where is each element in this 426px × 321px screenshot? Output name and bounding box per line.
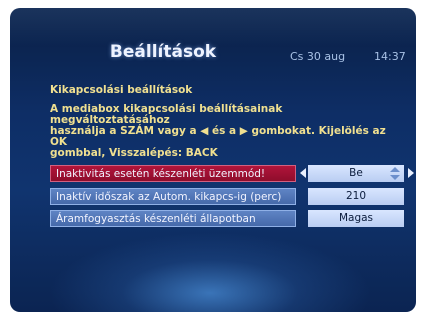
tv-screen: Beállítások Cs 30 aug 14:37 Kikapcsolási… [10, 8, 416, 312]
up-down-icon [390, 167, 400, 180]
help-line: A mediabox kikapcsolási beállításainak m… [50, 103, 283, 126]
setting-value-selector[interactable]: Be [308, 165, 404, 182]
clock-label: 14:37 [374, 50, 406, 63]
page-title: Beállítások [109, 42, 217, 62]
setting-value[interactable]: 210 [308, 188, 404, 205]
help-line: gombbal, Visszalépés: BACK [50, 147, 218, 159]
date-label: Cs 30 aug [290, 50, 346, 63]
setting-value: Be [349, 167, 363, 179]
arrow-right-icon[interactable] [408, 168, 414, 178]
arrow-left-icon[interactable] [300, 168, 306, 178]
help-text: A mediabox kikapcsolási beállításainak m… [50, 104, 390, 159]
help-line: használja a SZÁM vagy a ◀ és a ▶ gomboka… [50, 125, 386, 148]
setting-label: Inaktivitás esetén készenléti üzemmód! [50, 165, 296, 182]
setting-label: Áramfogyasztás készenléti állapotban [50, 210, 296, 227]
setting-label: Inaktív időszak az Autom. kikapcs-ig (pe… [50, 188, 296, 205]
section-title: Kikapcsolási beállítások [50, 84, 193, 96]
setting-value[interactable]: Magas [308, 210, 404, 227]
